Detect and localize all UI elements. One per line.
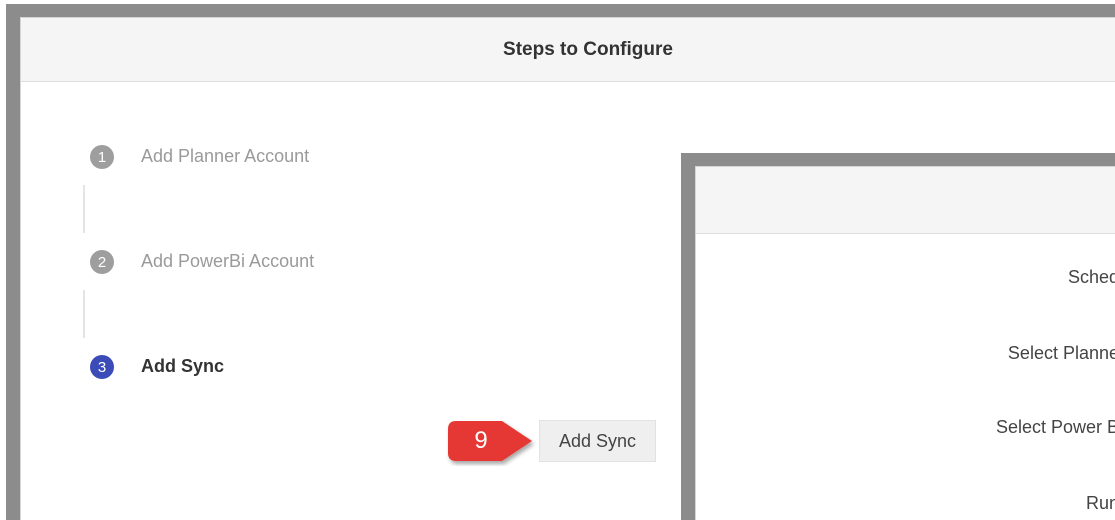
step-connector-1-2 (83, 185, 85, 233)
run-label: Run (1085, 493, 1115, 513)
sync-dialog: Sched Select Planne Select Power B Run (695, 166, 1115, 520)
step-2-label[interactable]: Add PowerBi Account (141, 251, 314, 272)
step-callout-badge: 9 (444, 416, 536, 466)
panel-title: Steps to Configure (503, 38, 673, 60)
step-2-indicator: 2 (90, 250, 114, 274)
select-power-bi-label: Select Power B (995, 417, 1115, 437)
callout-number: 9 (474, 427, 488, 454)
step-3-indicator: 3 (90, 355, 114, 379)
panel-header: Steps to Configure (21, 18, 1115, 82)
select-planner-label: Select Planne (1007, 343, 1115, 363)
step-3-label[interactable]: Add Sync (141, 356, 224, 377)
add-sync-button[interactable]: Add Sync (539, 420, 656, 462)
dialog-header (696, 167, 1115, 234)
step-connector-2-3 (83, 290, 85, 338)
step-1-label[interactable]: Add Planner Account (141, 146, 309, 167)
step-1-indicator: 1 (90, 145, 114, 169)
schedule-label: Sched (1067, 267, 1115, 287)
